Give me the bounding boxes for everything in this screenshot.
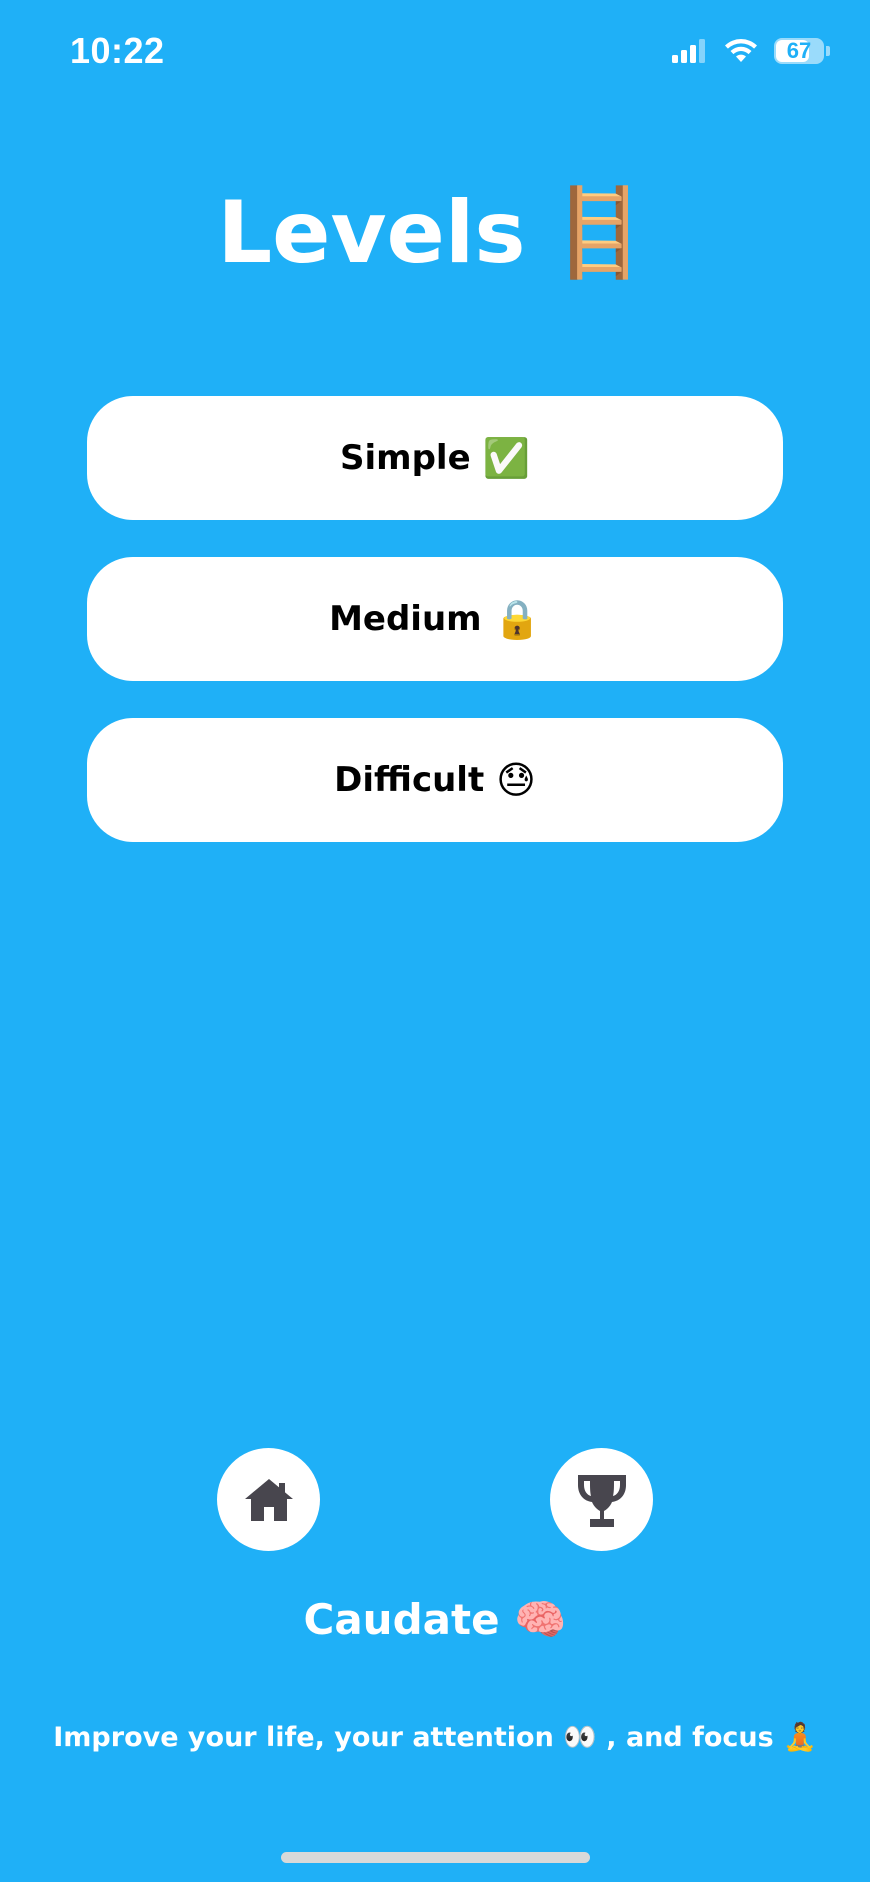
home-button[interactable] [217,1448,320,1551]
battery-icon: 67 [774,38,824,64]
wifi-icon [725,39,757,62]
sweat-face-icon: 😓 [496,758,536,802]
brain-icon: 🧠 [514,1595,567,1644]
level-label: Simple [340,438,471,478]
trophy-icon [577,1474,626,1527]
level-simple-button[interactable]: Simple ✅ [87,396,783,520]
eyes-icon: 👀 [563,1722,597,1753]
page-title: Levels 🪜 [0,178,870,288]
meditation-icon: 🧘 [783,1722,817,1753]
app-name: Caudate 🧠 [0,1590,870,1650]
app-name-text: Caudate [303,1595,500,1644]
battery-level: 67 [786,38,812,63]
level-medium-button[interactable]: Medium 🔒 [87,557,783,681]
ladder-icon: 🪜 [545,183,653,283]
status-time: 10:22 [70,30,165,71]
lock-icon: 🔒 [493,596,541,641]
tagline-text-2: , and focus [606,1722,774,1753]
levels-screen: 10:22 67 Levels 🪜 Simple ✅ Medium 🔒 Diff… [0,0,870,1882]
home-icon [244,1478,293,1521]
status-icons: 67 [672,38,830,64]
page-title-text: Levels [217,183,526,283]
tagline: Improve your life, your attention 👀 , an… [0,1713,870,1763]
level-difficult-button[interactable]: Difficult 😓 [87,718,783,842]
level-list: Simple ✅ Medium 🔒 Difficult 😓 [87,396,783,842]
trophy-button[interactable] [550,1448,653,1551]
home-indicator[interactable] [281,1852,590,1863]
level-label: Medium [329,599,482,639]
level-label: Difficult [334,760,485,800]
cellular-signal-icon [672,39,705,63]
check-mark-icon: ✅ [482,435,530,480]
battery-indicator: 67 [774,38,830,64]
tagline-text-1: Improve your life, your attention [53,1722,554,1753]
